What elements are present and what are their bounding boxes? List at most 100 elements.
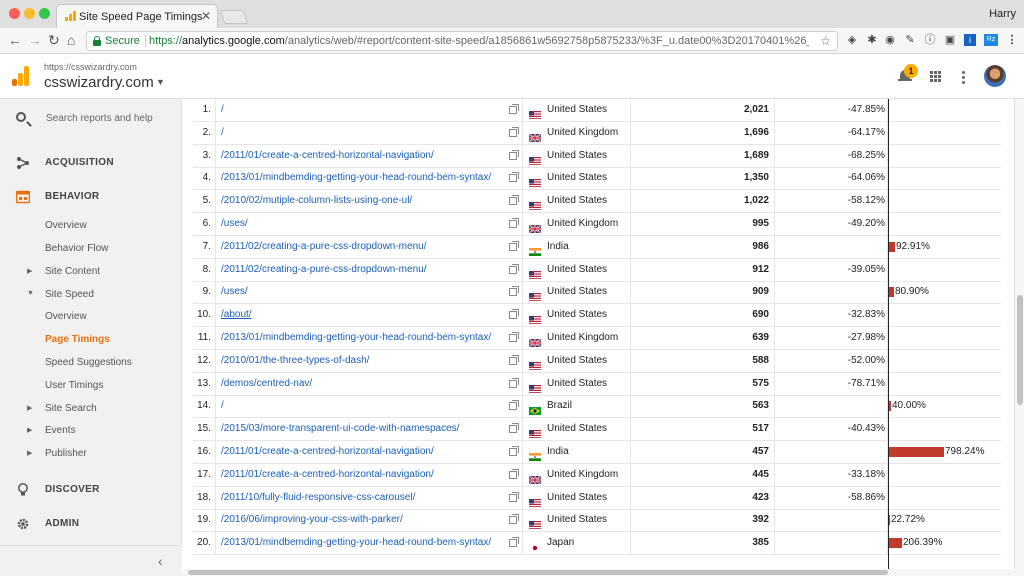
info-extension-icon[interactable]: ⓘ [924, 34, 936, 46]
sidebar-item-publisher[interactable]: ▶ Publisher [0, 445, 182, 465]
sidebar-item-behavior-flow[interactable]: Behavior Flow [0, 240, 182, 260]
browser-profile-name[interactable]: Harry [989, 8, 1016, 20]
page-link[interactable]: /2010/02/mutiple-column-lists-using-one-… [216, 190, 523, 213]
country-cell[interactable]: United Kingdom [523, 463, 631, 486]
caret-down-icon[interactable]: ▼ [156, 77, 165, 87]
open-in-new-icon[interactable] [509, 309, 519, 320]
vertical-scrollbar[interactable] [1014, 99, 1024, 569]
page-link[interactable]: /2013/01/mindbemding-getting-your-head-r… [216, 327, 523, 349]
country-cell[interactable]: United States [523, 144, 631, 167]
page-link[interactable]: /about/ [216, 304, 523, 327]
forward-icon[interactable]: → [28, 32, 42, 48]
analytics-logo-icon[interactable] [12, 66, 30, 86]
open-in-new-icon[interactable] [509, 514, 519, 525]
country-cell[interactable]: United Kingdom [523, 121, 631, 144]
country-cell[interactable]: United States [523, 509, 631, 532]
country-cell[interactable]: United States [523, 190, 631, 213]
apps-grid-icon[interactable] [930, 71, 942, 83]
sidebar-section-acquisition[interactable]: ACQUISITION [0, 150, 182, 176]
sidebar-section-behavior[interactable]: BEHAVIOR [0, 184, 182, 210]
new-tab-button[interactable] [219, 10, 249, 24]
reload-icon[interactable]: ↻ [48, 32, 60, 48]
open-in-new-icon[interactable] [509, 149, 519, 160]
country-cell[interactable]: United States [523, 304, 631, 327]
sidebar-item-speed-suggestions[interactable]: Speed Suggestions [0, 354, 182, 374]
country-cell[interactable]: United Kingdom [523, 327, 631, 349]
country-cell[interactable]: United States [523, 99, 631, 121]
open-in-new-icon[interactable] [509, 126, 519, 137]
open-in-new-icon[interactable] [509, 400, 519, 411]
horizontal-scroll-thumb[interactable] [188, 570, 888, 575]
open-in-new-icon[interactable] [509, 423, 519, 434]
page-link[interactable]: /2011/02/creating-a-pure-css-dropdown-me… [216, 235, 523, 258]
open-in-new-icon[interactable] [509, 263, 519, 274]
page-link[interactable]: /2013/01/mindbemding-getting-your-head-r… [216, 167, 523, 190]
ghost-extension-icon[interactable]: ◉ [884, 34, 896, 46]
page-link[interactable]: /2011/01/create-a-centred-horizontal-nav… [216, 463, 523, 486]
page-link[interactable]: /2010/01/the-three-types-of-dash/ [216, 349, 523, 372]
open-in-new-icon[interactable] [509, 104, 519, 114]
page-link[interactable]: /2011/10/fully-fluid-responsive-css-caro… [216, 486, 523, 509]
close-window-button[interactable] [9, 8, 20, 19]
home-icon[interactable]: ⌂ [67, 32, 75, 48]
open-in-new-icon[interactable] [509, 377, 519, 388]
more-options-icon[interactable] [962, 71, 966, 85]
open-in-new-icon[interactable] [509, 491, 519, 502]
open-in-new-icon[interactable] [509, 332, 519, 342]
page-link[interactable]: /2011/02/creating-a-pure-css-dropdown-me… [216, 258, 523, 281]
country-cell[interactable]: United States [523, 372, 631, 395]
open-in-new-icon[interactable] [509, 537, 519, 548]
sidebar-item-site-speed-overview[interactable]: Overview [0, 308, 182, 328]
page-link[interactable]: / [216, 121, 523, 144]
maximize-window-button[interactable] [39, 8, 50, 19]
country-cell[interactable]: United States [523, 349, 631, 372]
country-cell[interactable]: Japan [523, 532, 631, 555]
page-link[interactable]: /2011/01/create-a-centred-horizontal-nav… [216, 144, 523, 167]
back-icon[interactable]: ← [8, 32, 22, 48]
shield-extension-icon[interactable]: ◈ [846, 34, 858, 46]
bookmark-star-icon[interactable]: ☆ [820, 34, 831, 48]
country-cell[interactable]: United States [523, 418, 631, 441]
search-input[interactable]: Search reports and help [46, 113, 153, 124]
sidebar-item-events[interactable]: ▶ Events [0, 422, 182, 442]
pin-extension-icon[interactable]: ✎ [904, 34, 916, 46]
page-link[interactable]: /2015/03/more-transparent-ui-code-with-n… [216, 418, 523, 441]
sidebar-section-admin[interactable]: ADMIN [0, 511, 182, 537]
open-in-new-icon[interactable] [509, 354, 519, 365]
country-cell[interactable]: United States [523, 486, 631, 509]
tab-close-icon[interactable]: ✕ [201, 9, 211, 23]
open-in-new-icon[interactable] [509, 195, 519, 206]
page-link[interactable]: /2011/01/create-a-centred-horizontal-nav… [216, 441, 523, 463]
sidebar-item-site-search[interactable]: ▶ Site Search [0, 400, 182, 420]
sidebar-item-overview[interactable]: Overview [0, 217, 182, 237]
minimize-window-button[interactable] [24, 8, 35, 19]
sidebar-section-discover[interactable]: DISCOVER [0, 477, 182, 503]
account-selector[interactable]: csswizardry.com [44, 74, 154, 91]
camera-extension-icon[interactable]: ▣ [944, 34, 956, 46]
country-cell[interactable]: United States [523, 167, 631, 190]
collapse-sidebar-button[interactable]: ‹ [0, 545, 182, 576]
open-in-new-icon[interactable] [509, 172, 519, 183]
page-link[interactable]: /demos/centred-nav/ [216, 372, 523, 395]
sidebar-item-page-timings[interactable]: Page Timings [0, 331, 182, 351]
open-in-new-icon[interactable] [509, 446, 519, 456]
country-cell[interactable]: United Kingdom [523, 213, 631, 235]
horizontal-scrollbar[interactable] [182, 569, 1024, 576]
country-cell[interactable]: Brazil [523, 395, 631, 418]
address-bar[interactable]: Secure https://analytics.google.com/anal… [86, 31, 838, 51]
open-in-new-icon[interactable] [509, 468, 519, 479]
sidebar-item-site-content[interactable]: ▶ Site Content [0, 263, 182, 283]
page-link[interactable]: /2013/01/mindbemding-getting-your-head-r… [216, 532, 523, 555]
page-link[interactable]: / [216, 395, 523, 418]
country-cell[interactable]: India [523, 235, 631, 258]
country-cell[interactable]: United States [523, 281, 631, 304]
gear-extension-icon[interactable]: ✱ [866, 34, 878, 46]
country-cell[interactable]: United States [523, 258, 631, 281]
open-in-new-icon[interactable] [509, 218, 519, 228]
page-link[interactable]: / [216, 99, 523, 121]
browser-menu-icon[interactable]: ⋮ [1006, 34, 1018, 46]
sidebar-item-site-speed[interactable]: ▼ Site Speed [0, 286, 182, 306]
sidebar-search[interactable]: Search reports and help [0, 99, 182, 141]
vertical-scroll-thumb[interactable] [1017, 295, 1023, 405]
page-link[interactable]: /2016/06/improving-your-css-with-parker/ [216, 509, 523, 532]
